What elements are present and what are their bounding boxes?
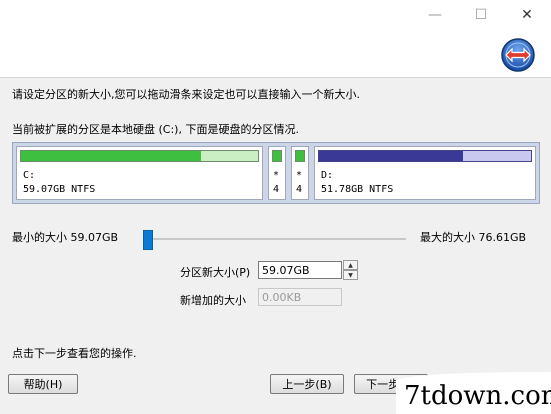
partition-unallocated-2[interactable]: * 4 — [291, 146, 309, 200]
added-size-label: 新增加的大小 — [180, 294, 246, 307]
spin-up-button[interactable]: ▲ — [343, 260, 358, 270]
partition-d[interactable]: D: 51.78GB NTFS — [314, 146, 536, 200]
watermark-logo: 7tdown.com — [396, 372, 551, 414]
partition-name: * — [296, 170, 303, 181]
partition-usage-bar — [318, 150, 532, 162]
maximize-button[interactable]: ☐ — [458, 0, 504, 30]
partition-usage-fill — [319, 151, 464, 161]
new-size-input[interactable] — [258, 261, 342, 279]
partition-info: 51.78GB NTFS — [321, 184, 394, 195]
help-button[interactable]: 帮助(H) — [8, 374, 78, 394]
disk-map: C: 59.07GB NTFS * 4 * 4 D: 51.78GB NTFS — [12, 142, 540, 204]
size-slider-thumb[interactable] — [143, 230, 153, 250]
footer-hint: 点击下一步查看您的操作. — [12, 347, 137, 360]
partition-info: 4 — [296, 184, 303, 195]
resize-arrows-icon — [501, 38, 535, 72]
title-bar: — ☐ ✕ — [0, 0, 551, 30]
partition-name: D: — [321, 170, 334, 181]
partition-usage-fill — [296, 151, 304, 161]
close-button[interactable]: ✕ — [504, 0, 550, 30]
partition-info: 4 — [273, 184, 280, 195]
max-size-label: 最大的大小 76.61GB — [420, 231, 527, 244]
chevron-down-icon: ▼ — [348, 271, 353, 279]
partition-usage-bar — [272, 150, 282, 162]
size-slider-track[interactable] — [148, 238, 406, 240]
current-partition-text: 当前被扩展的分区是本地硬盘 (C:), 下面是硬盘的分区情况. — [12, 123, 299, 136]
partition-usage-fill — [273, 151, 281, 161]
maximize-icon: ☐ — [474, 7, 488, 23]
wizard-header — [0, 30, 551, 78]
chevron-up-icon: ▲ — [348, 261, 353, 269]
partition-name: C: — [23, 170, 36, 181]
partition-usage-bar — [20, 150, 259, 162]
partition-usage-bar — [295, 150, 305, 162]
instructions-text: 请设定分区的新大小,您可以拖动滑条来设定也可以直接输入一个新大小. — [12, 88, 360, 101]
partition-usage-fill — [21, 151, 202, 161]
spin-down-button[interactable]: ▼ — [343, 270, 358, 280]
new-size-label: 分区新大小(P) — [180, 266, 251, 279]
minimize-button[interactable]: — — [412, 0, 458, 30]
added-size-field — [258, 288, 342, 306]
partition-name: * — [273, 170, 280, 181]
back-button[interactable]: 上一步(B) — [270, 374, 344, 394]
partition-info: 59.07GB NTFS — [23, 184, 96, 195]
partition-c[interactable]: C: 59.07GB NTFS — [16, 146, 263, 200]
min-size-label: 最小的大小 59.07GB — [12, 231, 119, 244]
minimize-icon: — — [428, 7, 442, 23]
close-icon: ✕ — [521, 7, 533, 23]
watermark-text: 7tdown.com — [404, 381, 551, 411]
partition-unallocated-1[interactable]: * 4 — [268, 146, 286, 200]
